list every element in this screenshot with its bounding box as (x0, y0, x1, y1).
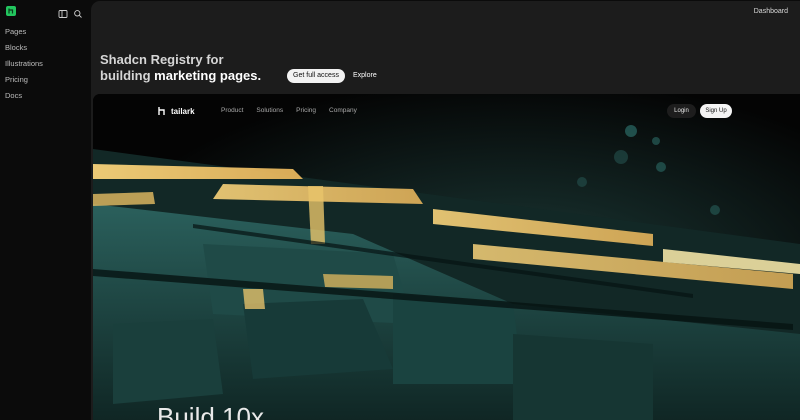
preview-signup-button[interactable]: Sign Up (700, 104, 732, 118)
hero-title: Shadcn Registry for building marketing p… (100, 52, 261, 84)
logo-mark-icon (8, 8, 14, 14)
hero-title-line2-bold: marketing pages. (154, 68, 262, 83)
tailark-logo-icon (158, 107, 165, 115)
preview-nav-solutions[interactable]: Solutions (256, 107, 283, 114)
sidebar-item-blocks[interactable]: Blocks (5, 43, 43, 59)
preview-logo-text: tailark (171, 106, 195, 116)
hero-background-illustration (93, 94, 800, 420)
preview-nav-product[interactable]: Product (221, 107, 243, 114)
sidebar: Pages Blocks Illustrations Pricing Docs (0, 0, 88, 420)
sidebar-item-illustrations[interactable]: Illustrations (5, 59, 43, 75)
sidebar-item-docs[interactable]: Docs (5, 91, 43, 107)
app-logo[interactable] (6, 6, 16, 16)
sidebar-item-pricing[interactable]: Pricing (5, 75, 43, 91)
hero-title-line1: Shadcn Registry for (100, 52, 224, 67)
main-panel: Dashboard Shadcn Registry for building m… (91, 1, 800, 420)
search-icon[interactable] (73, 6, 83, 18)
sidebar-toggle-icon[interactable] (58, 6, 68, 18)
sidebar-item-pages[interactable]: Pages (5, 27, 43, 43)
get-full-access-button[interactable]: Get full access (287, 69, 345, 83)
preview-nav-pricing[interactable]: Pricing (296, 107, 316, 114)
dashboard-link[interactable]: Dashboard (754, 8, 788, 15)
preview-nav-company[interactable]: Company (329, 107, 357, 114)
hero-title-line2-prefix: building (100, 68, 155, 83)
preview-headline: Build 10x (157, 402, 264, 420)
preview-logo[interactable]: tailark (156, 104, 195, 118)
preview-login-button[interactable]: Login (667, 104, 696, 118)
explore-button[interactable]: Explore (353, 69, 377, 83)
sidebar-nav: Pages Blocks Illustrations Pricing Docs (5, 27, 43, 107)
hero-title-line2: building marketing pages. (100, 68, 261, 84)
site-preview: tailark Product Solutions Pricing Compan… (93, 94, 800, 420)
preview-nav: Product Solutions Pricing Company (221, 107, 357, 114)
